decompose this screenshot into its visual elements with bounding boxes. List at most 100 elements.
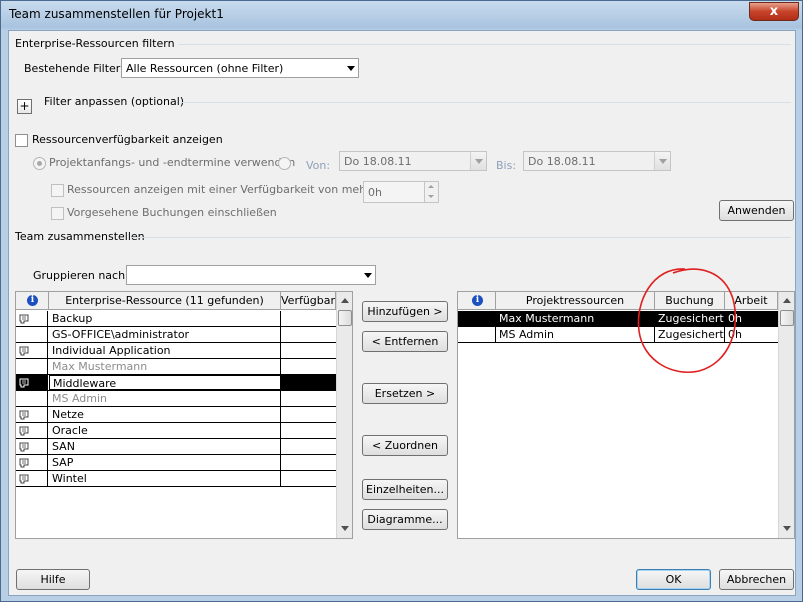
resource-icon xyxy=(19,426,29,436)
graphs-button[interactable]: Diagramme... xyxy=(362,509,448,530)
resource-icon xyxy=(19,346,29,356)
group-by-combo[interactable] xyxy=(126,265,376,285)
available-cell[interactable] xyxy=(281,375,336,390)
available-cell[interactable] xyxy=(281,327,336,342)
table-row[interactable]: MS Admin xyxy=(16,391,336,407)
min-availability-checkbox[interactable] xyxy=(51,184,64,197)
min-availability-spinner[interactable]: 0h xyxy=(363,181,439,203)
chevron-down-icon[interactable] xyxy=(475,159,483,164)
red-annotation-circle xyxy=(637,268,737,373)
details-button[interactable]: Einzelheiten... xyxy=(362,479,448,500)
show-availability-checkbox[interactable] xyxy=(15,134,28,147)
scroll-up-icon[interactable] xyxy=(783,298,791,303)
close-icon: x xyxy=(769,4,779,19)
cancel-button[interactable]: Abbrechen xyxy=(719,569,794,590)
available-cell[interactable] xyxy=(281,359,336,374)
resource-name-cell[interactable]: Middleware xyxy=(49,375,281,390)
resource-icon xyxy=(19,458,29,468)
table-row[interactable]: Oracle xyxy=(16,423,336,439)
scroll-up-icon[interactable] xyxy=(341,298,349,303)
close-button[interactable]: x xyxy=(749,2,799,21)
remove-button[interactable]: < Entfernen xyxy=(362,331,448,352)
replace-button[interactable]: Ersetzen > xyxy=(362,383,448,404)
resource-name-cell[interactable]: SAP xyxy=(49,455,281,470)
available-cell[interactable] xyxy=(281,311,336,326)
column-header-enterprise-resource[interactable]: Enterprise-Ressource (11 gefunden) xyxy=(49,292,281,309)
from-date-value: Do 18.08.11 xyxy=(344,155,412,168)
available-cell[interactable] xyxy=(281,423,336,438)
table-row[interactable]: GS-OFFICE\administrator xyxy=(16,327,336,343)
proposed-bookings-checkbox[interactable] xyxy=(51,207,64,220)
customize-filter-label[interactable]: Filter anpassen (optional) xyxy=(44,95,184,108)
scroll-thumb[interactable] xyxy=(780,310,794,326)
chevron-down-icon[interactable] xyxy=(364,273,372,278)
table-row[interactable]: SAP xyxy=(16,455,336,471)
resource-icon xyxy=(19,442,29,452)
vertical-scrollbar[interactable] xyxy=(336,292,352,538)
available-cell[interactable] xyxy=(281,391,336,406)
section-divider xyxy=(165,44,791,45)
spin-down-button[interactable] xyxy=(424,192,438,202)
chevron-down-icon[interactable] xyxy=(659,159,667,164)
proposed-bookings-label: Vorgesehene Buchungen einschließen xyxy=(67,206,277,219)
scroll-down-icon[interactable] xyxy=(341,526,349,531)
chevron-down-icon[interactable] xyxy=(347,66,355,71)
scroll-thumb[interactable] xyxy=(338,310,352,326)
resource-icon xyxy=(19,410,29,420)
resource-name-cell[interactable]: Netze xyxy=(49,407,281,422)
project-dates-radio[interactable] xyxy=(33,157,46,170)
vertical-scrollbar[interactable] xyxy=(778,292,794,538)
to-date-combo[interactable]: Do 18.08.11 xyxy=(523,151,671,171)
team-section-title: Team zusammenstellen xyxy=(15,230,149,243)
available-cell[interactable] xyxy=(281,455,336,470)
to-label: Bis: xyxy=(496,159,517,172)
expand-filter-button[interactable]: + xyxy=(17,99,32,114)
resource-name-cell[interactable]: Individual Application xyxy=(49,343,281,358)
filter-section-title: Enterprise-Ressourcen filtern xyxy=(15,37,179,50)
table-row[interactable]: Netze xyxy=(16,407,336,423)
resource-icon xyxy=(19,378,29,388)
table-row[interactable]: Wintel xyxy=(16,471,336,487)
table-row[interactable]: Individual Application xyxy=(16,343,336,359)
available-cell[interactable] xyxy=(281,343,336,358)
available-cell[interactable] xyxy=(281,439,336,454)
min-availability-value: 0h xyxy=(368,186,382,199)
resource-name-cell[interactable]: GS-OFFICE\administrator xyxy=(49,327,281,342)
assign-button[interactable]: < Zuordnen xyxy=(362,435,448,456)
table-row[interactable]: Middleware xyxy=(16,375,336,391)
table-row[interactable]: SAN xyxy=(16,439,336,455)
spin-up-button[interactable] xyxy=(424,182,438,192)
scroll-down-icon[interactable] xyxy=(783,526,791,531)
custom-dates-radio[interactable] xyxy=(278,157,291,170)
info-icon: i xyxy=(27,295,38,306)
show-availability-label: Ressourcenverfügbarkeit anzeigen xyxy=(32,133,223,146)
ok-button[interactable]: OK xyxy=(636,569,711,590)
resource-name-cell[interactable]: Oracle xyxy=(49,423,281,438)
resource-name-cell[interactable]: MS Admin xyxy=(49,391,281,406)
available-cell[interactable] xyxy=(281,407,336,422)
title-bar[interactable]: Team zusammenstellen für Projekt1 x xyxy=(1,1,802,29)
add-button[interactable]: Hinzufügen > xyxy=(362,301,448,322)
plus-icon: + xyxy=(19,99,30,113)
help-button[interactable]: Hilfe xyxy=(16,569,90,590)
section-divider xyxy=(131,237,791,238)
resource-icon xyxy=(19,474,29,484)
table-row[interactable]: Max Mustermann xyxy=(16,359,336,375)
group-by-label: Gruppieren nach: xyxy=(33,269,129,282)
grid-header: i Enterprise-Ressource (11 gefunden) Ver… xyxy=(16,292,336,310)
arrow-up-icon xyxy=(428,185,434,188)
existing-filter-combo[interactable]: Alle Ressourcen (ohne Filter) xyxy=(121,58,359,78)
from-label: Von: xyxy=(306,159,331,172)
info-icon: i xyxy=(472,295,483,306)
resource-name-cell[interactable]: Wintel xyxy=(49,471,281,486)
available-cell[interactable] xyxy=(281,471,336,486)
resource-name-cell[interactable]: Backup xyxy=(49,311,281,326)
apply-button[interactable]: Anwenden xyxy=(719,200,794,221)
resource-name-cell[interactable]: SAN xyxy=(49,439,281,454)
existing-filter-value: Alle Ressourcen (ohne Filter) xyxy=(126,62,284,75)
column-header-available[interactable]: Verfügbar xyxy=(281,292,336,309)
resource-name-cell[interactable]: Max Mustermann xyxy=(49,359,281,374)
from-date-combo[interactable]: Do 18.08.11 xyxy=(339,151,487,171)
table-row[interactable]: Backup xyxy=(16,311,336,327)
dialog-body: Enterprise-Ressourcen filtern Bestehende… xyxy=(8,30,796,596)
